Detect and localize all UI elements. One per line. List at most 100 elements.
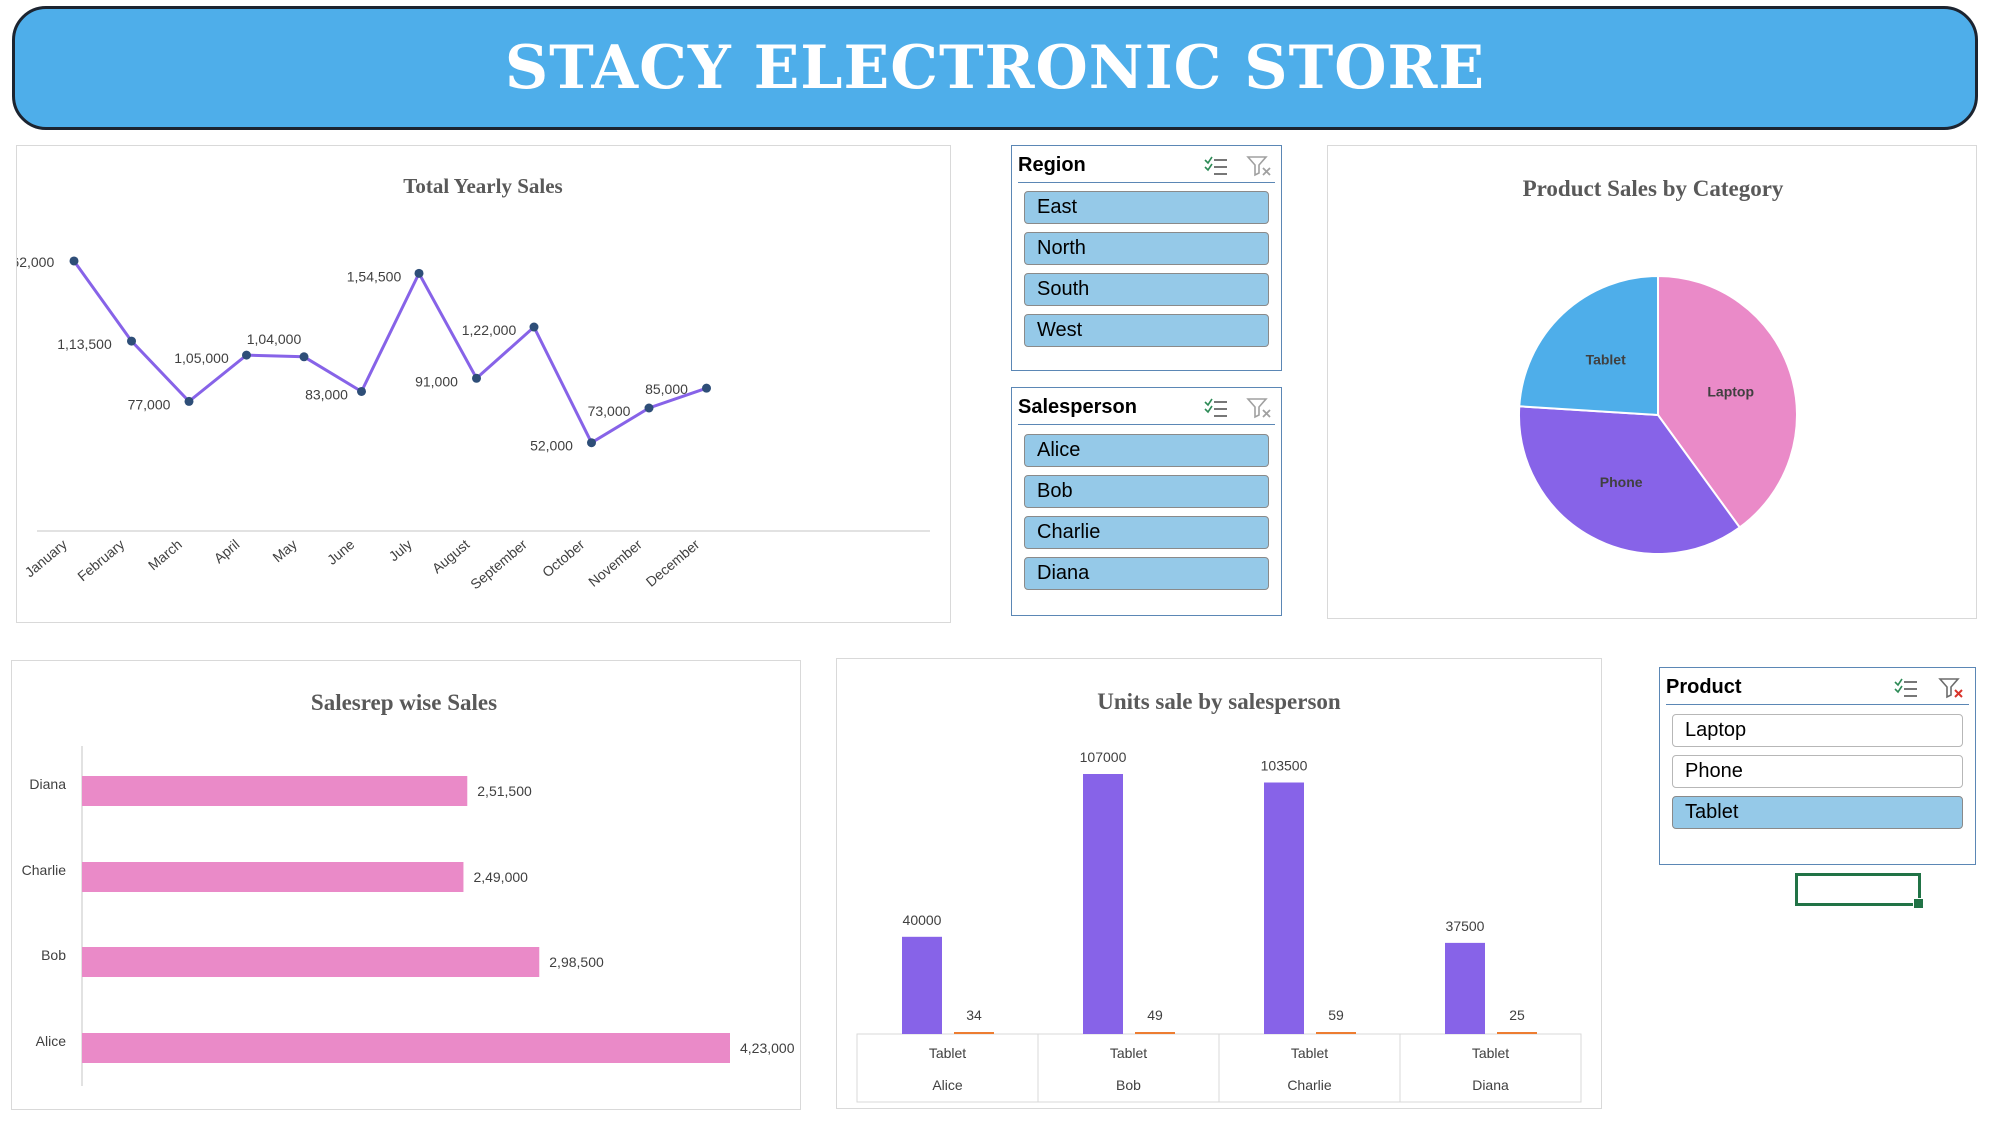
salesperson-slicer-header: Salesperson [1018,394,1275,425]
slicer-item-charlie[interactable]: Charlie [1024,516,1269,549]
product-slicer: Product Laptop Phone Tablet [1659,667,1976,865]
dashboard-title: STACY ELECTRONIC STORE [504,33,1486,103]
salesrep-bar-chart[interactable]: Salesrep wise Sales Diana 2,51,500 Charlie… [11,660,801,1110]
data-label: 40000 [903,912,942,928]
data-label: 59 [1328,1007,1344,1023]
x-tick-label: October [539,536,588,580]
slicer-item-north[interactable]: North [1024,232,1269,265]
yearly-sales-chart[interactable]: Total Yearly Sales 1,62,000 1,13,500 77,00… [16,145,951,623]
salesperson-slicer: Salesperson Alice Bob Charlie Diana [1011,387,1282,616]
slicer-item-bob[interactable]: Bob [1024,475,1269,508]
slicer-item-phone[interactable]: Phone [1672,755,1963,788]
data-point [184,396,194,406]
data-point [529,322,539,332]
data-label: 2,98,500 [549,954,604,970]
x-tick-label: November [585,536,645,590]
bar [82,1033,730,1063]
multi-select-icon[interactable] [1892,676,1920,700]
data-label: 83,000 [305,386,348,402]
column-sales [1083,774,1123,1034]
x-tick-label: August [429,536,473,576]
clear-filter-icon[interactable] [1246,154,1274,178]
data-label: 1,54,500 [347,268,402,284]
y-tick-label: Bob [41,947,66,963]
units-chart-title: Units sale by salesperson [1097,689,1341,714]
x-tick-label: Tablet [1110,1045,1147,1061]
data-label: 34 [966,1007,982,1023]
data-label: 1,22,000 [462,322,517,338]
column-sales [1264,782,1304,1034]
region-slicer-title: Region [1018,154,1086,176]
category-chart-title: Product Sales by Category [1523,176,1784,201]
data-point [644,403,654,413]
data-label: 1,05,000 [174,350,229,366]
data-label: 52,000 [530,438,573,454]
category-pie-plot: Product Sales by Category Laptop Phone Tab… [1518,176,1798,555]
product-slicer-title: Product [1666,676,1742,698]
slicer-item-tablet[interactable]: Tablet [1672,796,1963,829]
clear-filter-icon[interactable] [1246,396,1274,420]
data-label: 37500 [1446,918,1485,934]
slicer-item-diana[interactable]: Diana [1024,557,1269,590]
slicer-item-alice[interactable]: Alice [1024,434,1269,467]
data-label: 2,51,500 [477,783,532,799]
data-label: 25 [1509,1007,1525,1023]
yearly-sales-plot: Total Yearly Sales 1,62,000 1,13,500 77,00… [17,174,930,592]
category-pie-chart[interactable]: Product Sales by Category Laptop Phone Tab… [1327,145,1977,619]
column-sales [1445,942,1485,1034]
column-units [1497,1032,1537,1034]
y-tick-label: Charlie [22,862,67,878]
slicer-item-laptop[interactable]: Laptop [1672,714,1963,747]
x-tick-label: June [324,536,358,568]
data-point [127,336,136,346]
data-point [242,350,251,360]
multi-select-icon[interactable] [1202,154,1230,178]
data-label: 1,62,000 [17,254,54,270]
data-point [357,386,366,396]
data-point [414,268,424,278]
bar [82,862,464,892]
slicer-item-west[interactable]: West [1024,314,1269,347]
x-group-label: Charlie [1287,1077,1332,1093]
salesrep-chart-title: Salesrep wise Sales [311,690,497,715]
pie-label: Laptop [1707,383,1754,399]
salesperson-slicer-title: Salesperson [1018,396,1137,418]
x-tick-label: December [643,536,703,590]
data-point [299,352,309,362]
region-slicer: Region East North South West [1011,145,1282,371]
data-point [587,438,596,448]
data-label: 49 [1147,1007,1163,1023]
data-label: 1,04,000 [247,331,302,347]
data-label: 77,000 [128,396,171,412]
data-label: 1,13,500 [57,336,112,352]
column-units [954,1032,994,1034]
x-tick-label: Tablet [929,1045,966,1061]
pie-slice-tablet [1518,274,1659,417]
dashboard-banner: STACY ELECTRONIC STORE [12,6,1978,130]
product-slicer-header: Product [1666,674,1969,705]
active-cell-selection[interactable] [1795,873,1924,909]
data-label: 107000 [1080,749,1127,765]
x-tick-label: March [145,536,185,573]
units-column-plot: Units sale by salesperson 40000 34 Tablet A… [856,689,1582,1103]
x-tick-label: September [467,536,530,592]
data-point [69,256,79,266]
bar [82,947,540,977]
x-tick-label: January [21,536,69,580]
y-tick-label: Diana [29,776,66,792]
units-column-chart[interactable]: Units sale by salesperson 40000 34 Tablet A… [836,658,1602,1109]
x-tick-label: July [386,536,415,564]
pie-label: Tablet [1586,351,1627,367]
data-label: 73,000 [588,403,631,419]
yearly-sales-title: Total Yearly Sales [403,174,562,198]
slicer-item-south[interactable]: South [1024,273,1269,306]
column-units [1316,1032,1356,1034]
clear-filter-icon[interactable] [1938,676,1966,700]
column-units [1135,1032,1175,1034]
multi-select-icon[interactable] [1202,396,1230,420]
slicer-item-east[interactable]: East [1024,191,1269,224]
data-label: 103500 [1261,758,1308,774]
salesrep-bar-plot: Salesrep wise Sales Diana 2,51,500 Charlie… [22,690,795,1086]
fill-handle[interactable] [1913,898,1924,909]
x-tick-label: Tablet [1472,1045,1509,1061]
